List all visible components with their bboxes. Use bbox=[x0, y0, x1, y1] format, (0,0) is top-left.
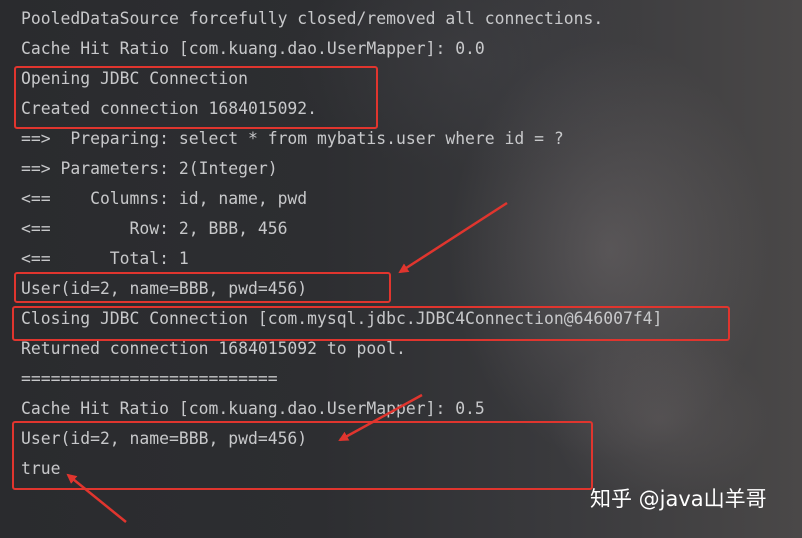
arrow-to-true bbox=[66, 473, 127, 523]
watermark: 知乎 @java山羊哥 bbox=[590, 487, 767, 511]
arrow-to-cached-result bbox=[338, 393, 423, 442]
arrow-to-first-result bbox=[398, 201, 508, 274]
annotation-arrows bbox=[66, 201, 508, 523]
